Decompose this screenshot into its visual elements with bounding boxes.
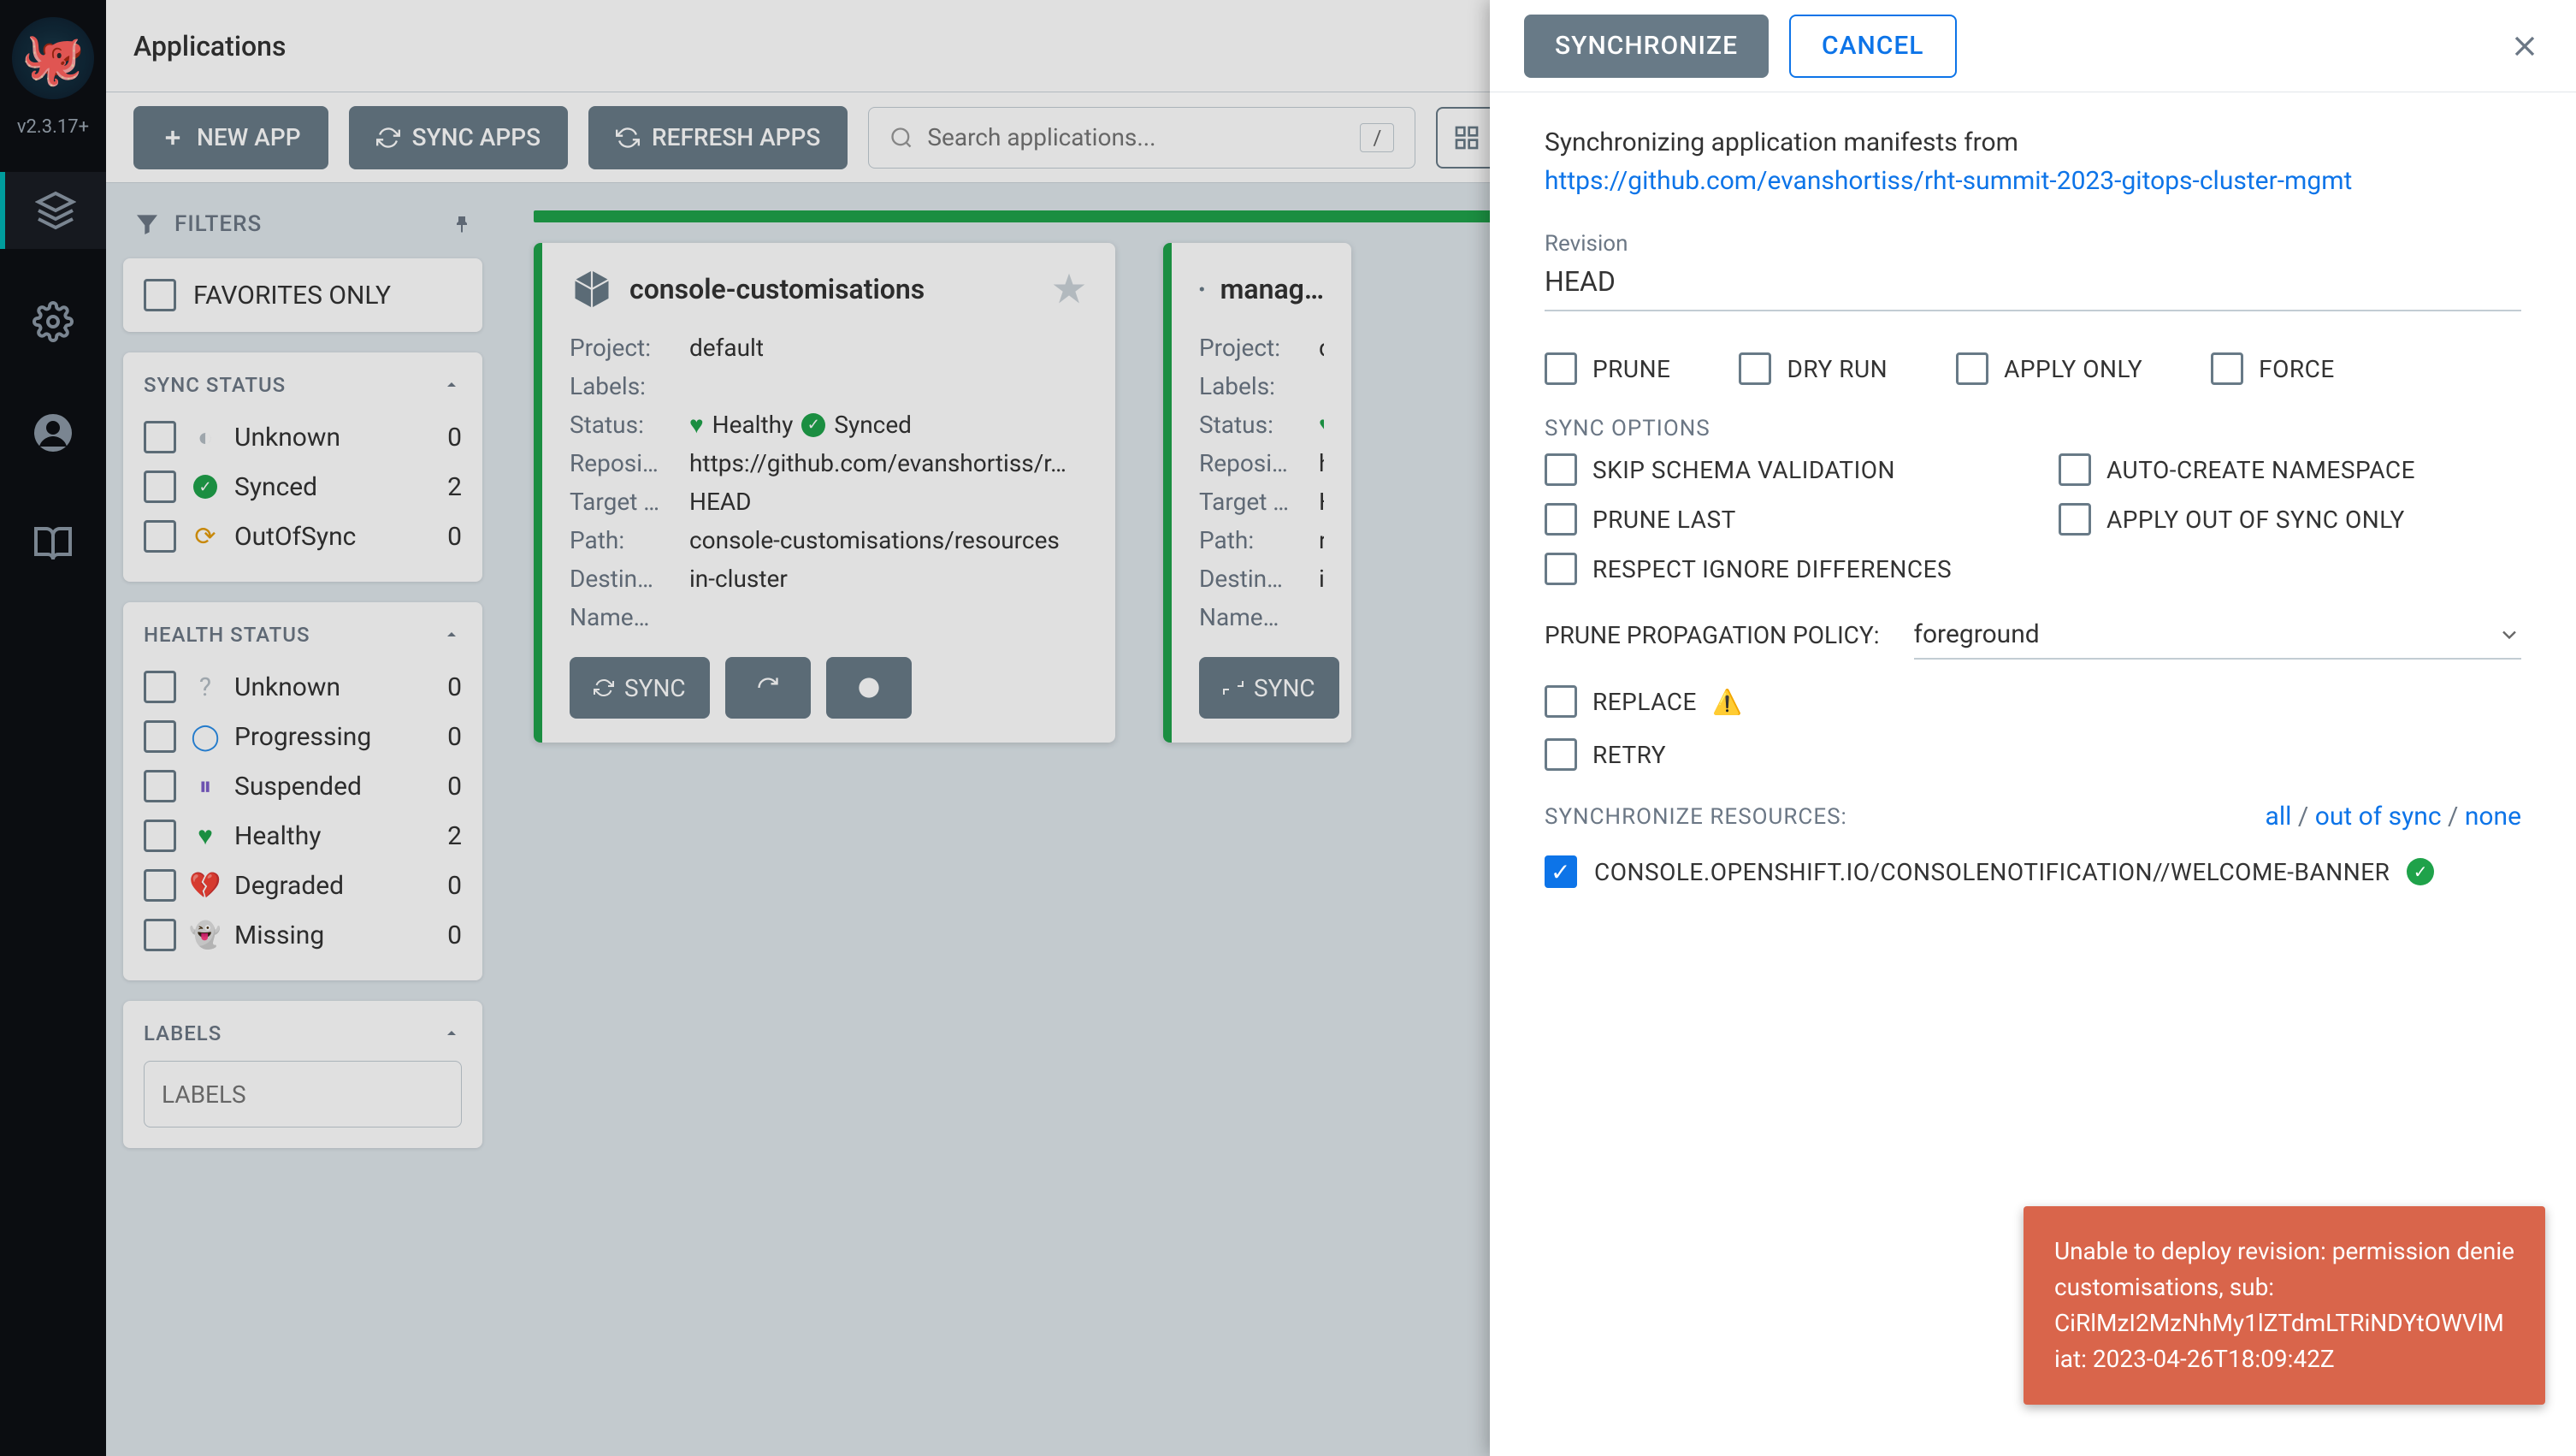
opt-label: RESPECT IGNORE DIFFERENCES [1592,555,1952,583]
warning-icon: ⚠️ [1712,688,1742,716]
intro-text: Synchronizing application manifests from… [1545,123,2521,200]
policy-value: foreground [1914,619,2040,649]
repo-link[interactable]: https://github.com/evanshortiss/rht-summ… [1545,166,2352,196]
apply-oos-checkbox[interactable] [2059,503,2091,536]
force-checkbox[interactable] [2211,352,2243,385]
opt-label: FORCE [2259,355,2335,383]
panel-header: SYNCHRONIZE CANCEL [1490,0,2576,92]
retry-checkbox[interactable] [1545,738,1577,771]
sync-resources-heading: SYNCHRONIZE RESOURCES: [1545,804,1847,830]
link-all[interactable]: all [2266,802,2292,832]
synced-badge-icon: ✓ [2407,858,2434,885]
opt-label: RETRY [1592,741,1666,769]
dry-run-checkbox[interactable] [1739,352,1771,385]
apply-only-checkbox[interactable] [1956,352,1988,385]
toast-line: CiRlMzI2MzNhMy1lZTdmLTRiNDYtOWVlM [2054,1305,2514,1341]
opt-label: AUTO-CREATE NAMESPACE [2106,456,2415,484]
revision-label: Revision [1545,231,2521,257]
toast-line: customisations, sub: [2054,1270,2514,1305]
skip-schema-checkbox[interactable] [1545,453,1577,486]
sync-options-heading: SYNC OPTIONS [1545,416,2521,441]
policy-label: PRUNE PROPAGATION POLICY: [1545,621,1880,649]
replace-checkbox[interactable] [1545,685,1577,718]
opt-label: REPLACE [1592,688,1697,716]
toast-line: iat: 2023-04-26T18:09:42Z [2054,1341,2514,1377]
resource-name: CONSOLE.OPENSHIFT.IO/CONSOLENOTIFICATION… [1594,858,2390,886]
revision-value[interactable]: HEAD [1545,257,2521,311]
link-none[interactable]: none [2465,802,2521,832]
opt-label: APPLY ONLY [2004,355,2142,383]
prune-checkbox[interactable] [1545,352,1577,385]
link-out-of-sync[interactable]: out of sync [2315,802,2442,832]
policy-select[interactable]: foreground [1914,611,2521,660]
resource-row[interactable]: ✓ CONSOLE.OPENSHIFT.IO/CONSOLENOTIFICATI… [1545,855,2521,888]
toast-line: Unable to deploy revision: permission de… [2054,1234,2514,1270]
auto-ns-checkbox[interactable] [2059,453,2091,486]
chevron-down-icon [2497,623,2521,647]
opt-label: PRUNE LAST [1592,506,1736,534]
opt-label: APPLY OUT OF SYNC ONLY [2106,506,2405,534]
sync-resource-links: all / out of sync / none [2266,802,2521,832]
opt-label: PRUNE [1592,355,1670,383]
close-icon[interactable] [2508,29,2542,63]
error-toast[interactable]: Unable to deploy revision: permission de… [2024,1206,2545,1405]
prune-last-checkbox[interactable] [1545,503,1577,536]
synchronize-button[interactable]: SYNCHRONIZE [1524,15,1769,78]
resource-checkbox[interactable]: ✓ [1545,855,1577,888]
cancel-button[interactable]: CANCEL [1789,15,1957,78]
respect-ignore-checkbox[interactable] [1545,553,1577,585]
opt-label: SKIP SCHEMA VALIDATION [1592,456,1895,484]
opt-label: DRY RUN [1787,355,1888,383]
